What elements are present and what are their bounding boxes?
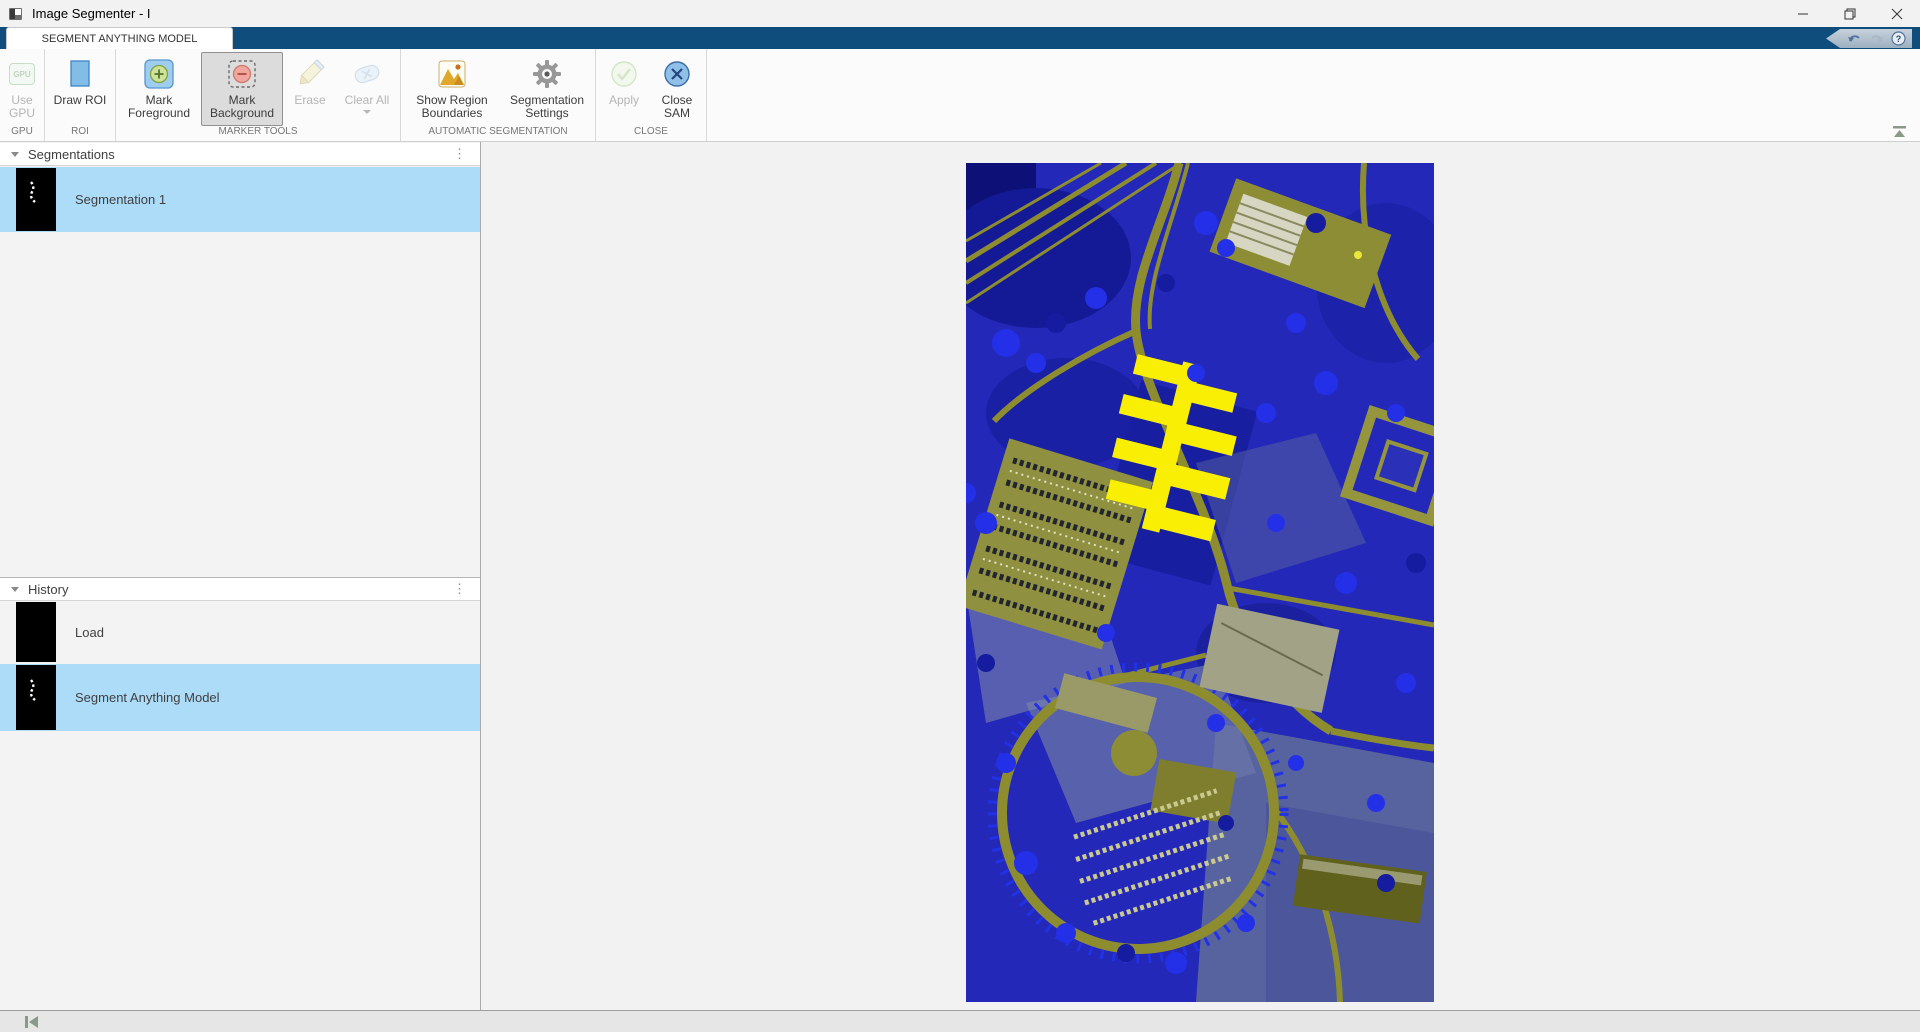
minimize-button[interactable] (1779, 0, 1826, 27)
segmentation-list-item[interactable]: Segmentation 1 (0, 167, 480, 232)
ribbon-group-close: Apply Close SAM CLOSE (596, 49, 707, 141)
tab-label: SEGMENT ANYTHING MODEL (41, 32, 198, 45)
erase-button[interactable]: Erase (285, 52, 335, 126)
segmentation-settings-button[interactable]: Segmentation Settings (502, 52, 592, 126)
collapse-arrow-icon[interactable] (11, 586, 19, 592)
toolstrip-tab-band: SEGMENT ANYTHING MODEL ? (0, 27, 1920, 49)
left-panel (0, 142, 480, 1010)
clear-all-button[interactable]: Clear All (337, 52, 397, 126)
restore-button[interactable] (1826, 0, 1873, 27)
undo-icon[interactable] (1846, 32, 1862, 46)
gpu-icon: GPU (9, 56, 35, 92)
history-panel-title: History (28, 581, 69, 597)
segmentation-thumbnail (16, 168, 56, 231)
segmentations-panel-title: Segmentations (28, 146, 115, 162)
window-title: Image Segmenter - I (32, 6, 151, 21)
apply-button[interactable]: Apply (599, 52, 649, 126)
ribbon-toolbar: GPU Use GPU GPU Draw ROI ROI Mark Foregr… (0, 49, 1920, 142)
window-controls (1779, 0, 1920, 27)
close-sam-icon (663, 56, 691, 92)
apply-check-icon (610, 56, 638, 92)
use-gpu-button[interactable]: GPU Use GPU (3, 52, 41, 126)
redo-icon[interactable] (1868, 32, 1884, 46)
collapse-panel-icon[interactable] (22, 1015, 42, 1032)
history-panel-header[interactable]: History ⋮ (0, 578, 480, 601)
title-bar: Image Segmenter - I (0, 0, 1920, 27)
clear-all-icon (351, 56, 383, 92)
collapse-toolstrip-icon[interactable] (1891, 125, 1909, 139)
history-menu-icon[interactable]: ⋮ (453, 581, 466, 597)
ribbon-group-marker-tools: Mark Foreground Mark Background Erase Cl… (116, 49, 401, 141)
history-thumbnail (16, 602, 56, 662)
mark-background-icon (227, 56, 257, 92)
show-region-boundaries-icon (438, 56, 466, 92)
segmentations-panel-header[interactable]: Segmentations ⋮ (0, 143, 480, 166)
clear-all-dropdown-caret (363, 110, 371, 114)
ribbon-group-roi: Draw ROI ROI (45, 49, 116, 141)
status-bar (0, 1010, 1920, 1032)
close-button[interactable] (1873, 0, 1920, 27)
erase-pencil-icon (294, 56, 326, 92)
collapse-arrow-icon[interactable] (11, 151, 19, 157)
satellite-image[interactable] (966, 163, 1434, 1002)
history-item-label: Segment Anything Model (75, 690, 220, 705)
svg-text:?: ? (1895, 34, 1901, 44)
settings-gear-icon (532, 56, 562, 92)
image-segmenter-window: Image Segmenter - I SEGMENT ANYTHING MOD… (0, 0, 1920, 1032)
show-region-boundaries-button[interactable]: Show Region Boundaries (404, 52, 500, 126)
tab-segment-anything-model[interactable]: SEGMENT ANYTHING MODEL (6, 27, 233, 49)
mark-foreground-icon (144, 56, 174, 92)
history-thumbnail (16, 665, 56, 730)
mark-background-button[interactable]: Mark Background (201, 52, 283, 126)
app-icon (8, 6, 24, 22)
close-sam-button[interactable]: Close SAM (651, 52, 703, 126)
history-item-label: Load (75, 624, 104, 640)
roi-rectangle-icon (68, 56, 92, 92)
quick-access-toolbar: ? (1826, 29, 1912, 48)
history-item-sam[interactable]: Segment Anything Model (0, 664, 480, 731)
history-item-load[interactable]: Load (0, 601, 480, 663)
help-icon[interactable]: ? (1890, 31, 1906, 46)
ribbon-group-automatic-segmentation: Show Region Boundaries Segmentation Sett… (401, 49, 596, 141)
mark-foreground-button[interactable]: Mark Foreground (119, 52, 199, 126)
segmentations-menu-icon[interactable]: ⋮ (453, 146, 466, 162)
draw-roi-button[interactable]: Draw ROI (48, 52, 112, 126)
panel-divider[interactable] (480, 142, 481, 1032)
segmentation-item-label: Segmentation 1 (75, 192, 167, 207)
ribbon-group-gpu: GPU Use GPU GPU (0, 49, 45, 141)
